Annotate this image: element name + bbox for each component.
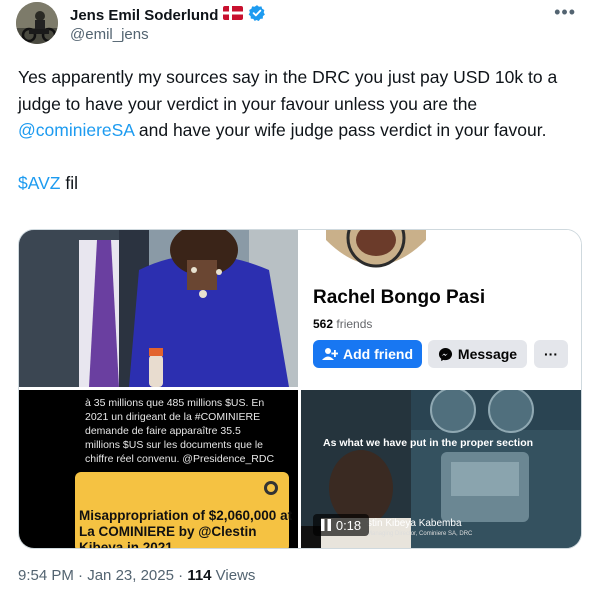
post-text: Yes apparently my sources say in the DRC… <box>18 64 578 196</box>
media-text-screenshot[interactable]: à 35 millions que 485 millions $US. En 2… <box>19 390 298 548</box>
author-handle[interactable]: @emil_jens <box>70 26 149 43</box>
media-video[interactable]: As what we have put in the proper sectio… <box>301 390 581 548</box>
pause-icon[interactable] <box>320 519 331 531</box>
author-name-row: Jens Emil Soderlund <box>70 4 266 27</box>
cashtag-link[interactable]: $AVZ <box>18 173 60 193</box>
add-person-icon <box>322 348 338 360</box>
mention-link[interactable]: @cominiereSA <box>18 120 134 140</box>
post-text-before: Yes apparently my sources say in the DRC… <box>18 67 558 114</box>
video-duration-badge[interactable]: 0:18 <box>313 514 369 536</box>
message-button[interactable]: Message <box>428 340 527 368</box>
media-grid: Rachel Bongo Pasi 562 friends Add friend… <box>18 229 582 549</box>
profile-name: Rachel Bongo Pasi <box>313 287 486 308</box>
author-avatar[interactable] <box>16 2 58 44</box>
post-time[interactable]: 9:54 PM <box>18 567 74 584</box>
denmark-flag-icon <box>223 6 244 25</box>
media-photo-couple[interactable] <box>19 230 298 387</box>
add-friend-button[interactable]: Add friend <box>313 340 422 368</box>
post-text-after: and have your wife judge pass verdict in… <box>134 120 547 140</box>
post-date[interactable]: Jan 23, 2025 <box>87 567 174 584</box>
messenger-icon <box>438 347 452 361</box>
cashtag-suffix: fil <box>60 172 78 193</box>
views-label: Views <box>211 567 256 584</box>
meta-separator-2: · <box>173 567 188 584</box>
coin-icon <box>264 481 278 495</box>
profile-more-button[interactable]: ··· <box>534 340 568 368</box>
video-lower-third-title: Managing Director, Cominiere SA, DRC <box>367 531 473 537</box>
friends-label: friends <box>333 317 373 331</box>
french-post-text: à 35 millions que 485 millions $US. En 2… <box>85 397 275 465</box>
video-lower-third-name: stin Kibeya Kabemba <box>367 518 462 529</box>
more-options-icon[interactable]: ••• <box>554 2 576 23</box>
post-paragraph-2: $AVZ fil <box>18 170 578 197</box>
author-name[interactable]: Jens Emil Soderlund <box>70 7 218 24</box>
video-duration: 0:18 <box>335 517 362 533</box>
video-caption: As what we have put in the proper sectio… <box>323 437 534 449</box>
post-meta: 9:54 PM · Jan 23, 2025 · 114 Views <box>18 567 255 584</box>
facebook-profile-card[interactable]: Rachel Bongo Pasi 562 friends Add friend… <box>301 230 581 387</box>
friends-number: 562 <box>313 317 334 331</box>
profile-photo <box>301 230 581 280</box>
add-friend-label: Add friend <box>343 346 413 362</box>
views-count[interactable]: 114 <box>187 567 211 584</box>
yellow-banner-text: Misappropriation of $2,060,000 at La COM… <box>79 508 293 548</box>
post-paragraph-1: Yes apparently my sources say in the DRC… <box>18 64 578 144</box>
verified-badge-icon <box>248 4 266 27</box>
meta-separator: · <box>73 567 88 584</box>
message-label: Message <box>457 346 518 362</box>
friends-count: 562 friends <box>313 317 372 331</box>
